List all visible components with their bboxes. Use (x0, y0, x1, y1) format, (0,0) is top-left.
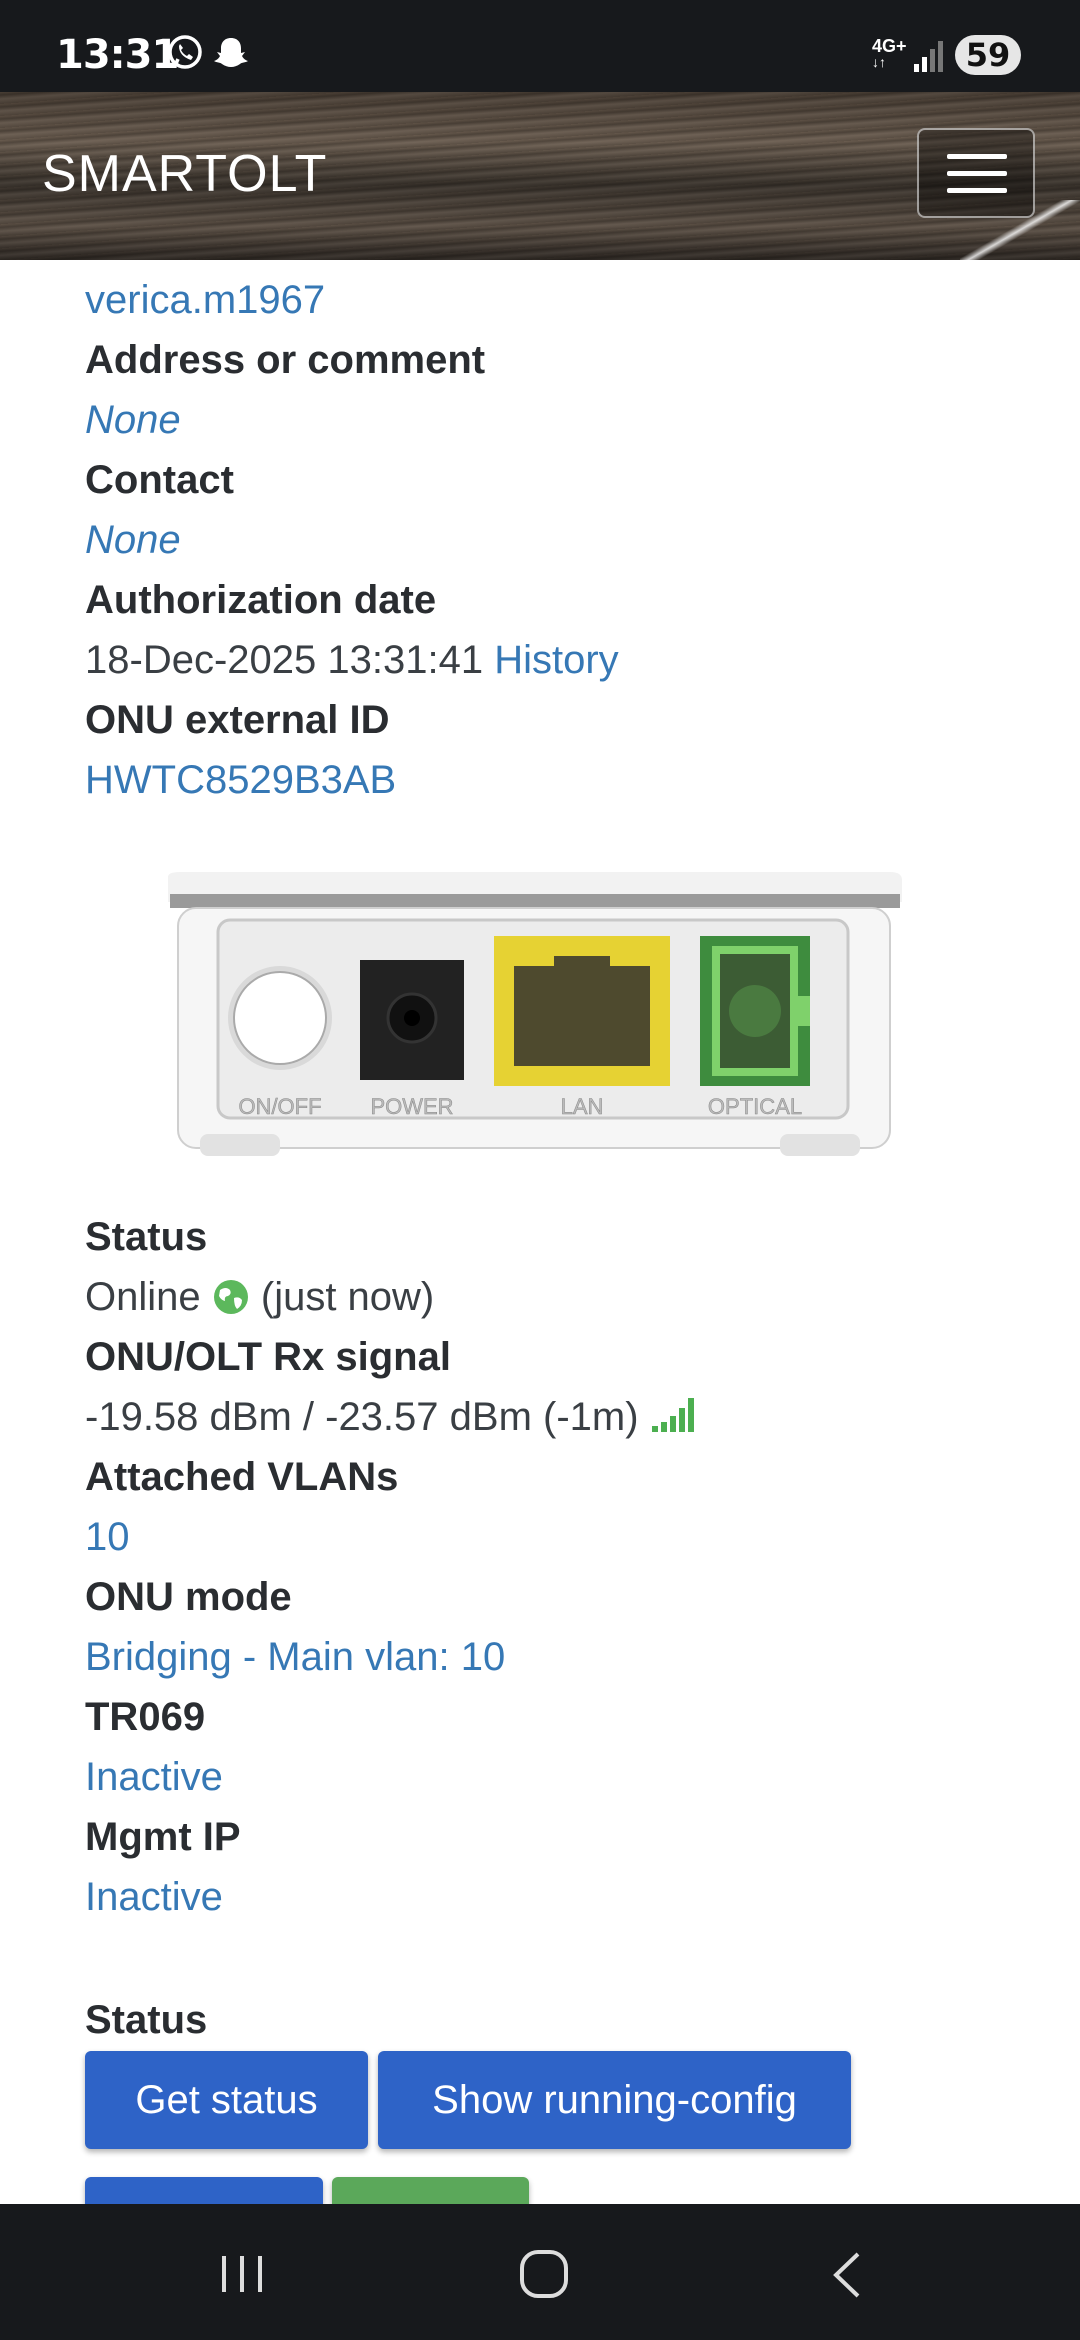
hamburger-icon-line (947, 171, 1007, 176)
data-arrows-icon: ↓↑ (872, 54, 886, 70)
hamburger-icon-line (947, 188, 1007, 193)
network-indicator: 4G+ ↓↑ (872, 36, 907, 70)
battery-indicator: 59 (955, 35, 1021, 75)
home-icon[interactable] (518, 2248, 570, 2300)
status-row: Online (just now) (85, 1267, 1045, 1327)
rx-signal-label: ONU/OLT Rx signal (85, 1335, 451, 1379)
status-bar: 13:31 4G+ ↓↑ 59 (0, 0, 1080, 92)
external-id-label: ONU external ID (85, 698, 390, 742)
onu-status: Status Online (just now) ONU/OLT Rx sign… (85, 1207, 1045, 1927)
onu-mode-value[interactable]: Bridging - Main vlan: 10 (85, 1627, 1045, 1687)
menu-toggle-button[interactable] (917, 128, 1035, 218)
rx-signal-value: -19.58 dBm / -23.57 dBm (-1m) (85, 1395, 639, 1439)
port-label-lan: LAN (561, 1094, 604, 1119)
tr069-label: TR069 (85, 1695, 206, 1739)
signal-bars-icon (651, 1398, 694, 1432)
clock: 13:31 (56, 32, 179, 78)
snapchat-icon (214, 38, 248, 67)
top-navbar: SMARTOLT (0, 92, 1080, 260)
onu-device-image: ON/OFF POWER LAN OPTICAL (165, 872, 905, 1167)
status-value: Online (85, 1275, 201, 1319)
onu-details: verica.m1967 Address or comment None Con… (85, 270, 1045, 810)
actions-heading: Status (85, 1998, 208, 2042)
vlans-label: Attached VLANs (85, 1455, 399, 1499)
username-link[interactable]: verica.m1967 (85, 270, 1045, 330)
contact-label: Contact (85, 458, 234, 502)
address-value[interactable]: None (85, 390, 1045, 450)
external-id-value[interactable]: HWTC8529B3AB (85, 750, 1045, 810)
status-time: (just now) (260, 1275, 435, 1319)
mgmt-ip-label: Mgmt IP (85, 1815, 241, 1859)
signal-strength-icon (914, 41, 943, 72)
viber-icon (168, 35, 202, 69)
back-icon[interactable] (826, 2250, 870, 2300)
hamburger-icon-line (947, 154, 1007, 159)
get-status-button[interactable]: Get status (85, 2051, 368, 2149)
show-running-config-button[interactable]: Show running-config (378, 2051, 851, 2149)
vlans-value[interactable]: 10 (85, 1507, 1045, 1567)
status-label: Status (85, 1215, 208, 1259)
rx-signal-row: -19.58 dBm / -23.57 dBm (-1m) (85, 1387, 1045, 1447)
port-label-power: POWER (370, 1094, 453, 1119)
contact-value[interactable]: None (85, 510, 1045, 570)
port-label-onoff: ON/OFF (238, 1094, 321, 1119)
history-link[interactable]: History (494, 638, 618, 682)
auth-date-row: 18-Dec-2025 13:31:41 History (85, 630, 1045, 690)
network-type: 4G+ (872, 36, 907, 56)
mgmt-ip-value[interactable]: Inactive (85, 1867, 1045, 1927)
brand-logo[interactable]: SMARTOLT (42, 144, 327, 204)
tr069-value[interactable]: Inactive (85, 1747, 1045, 1807)
address-label: Address or comment (85, 338, 486, 382)
auth-date-label: Authorization date (85, 578, 437, 622)
globe-icon (213, 1280, 248, 1314)
onu-mode-label: ONU mode (85, 1575, 292, 1619)
recent-apps-icon[interactable] (218, 2252, 268, 2296)
port-label-optical: OPTICAL (708, 1094, 802, 1119)
auth-date-value: 18-Dec-2025 13:31:41 (85, 638, 484, 682)
system-navigation-bar (0, 2204, 1080, 2340)
